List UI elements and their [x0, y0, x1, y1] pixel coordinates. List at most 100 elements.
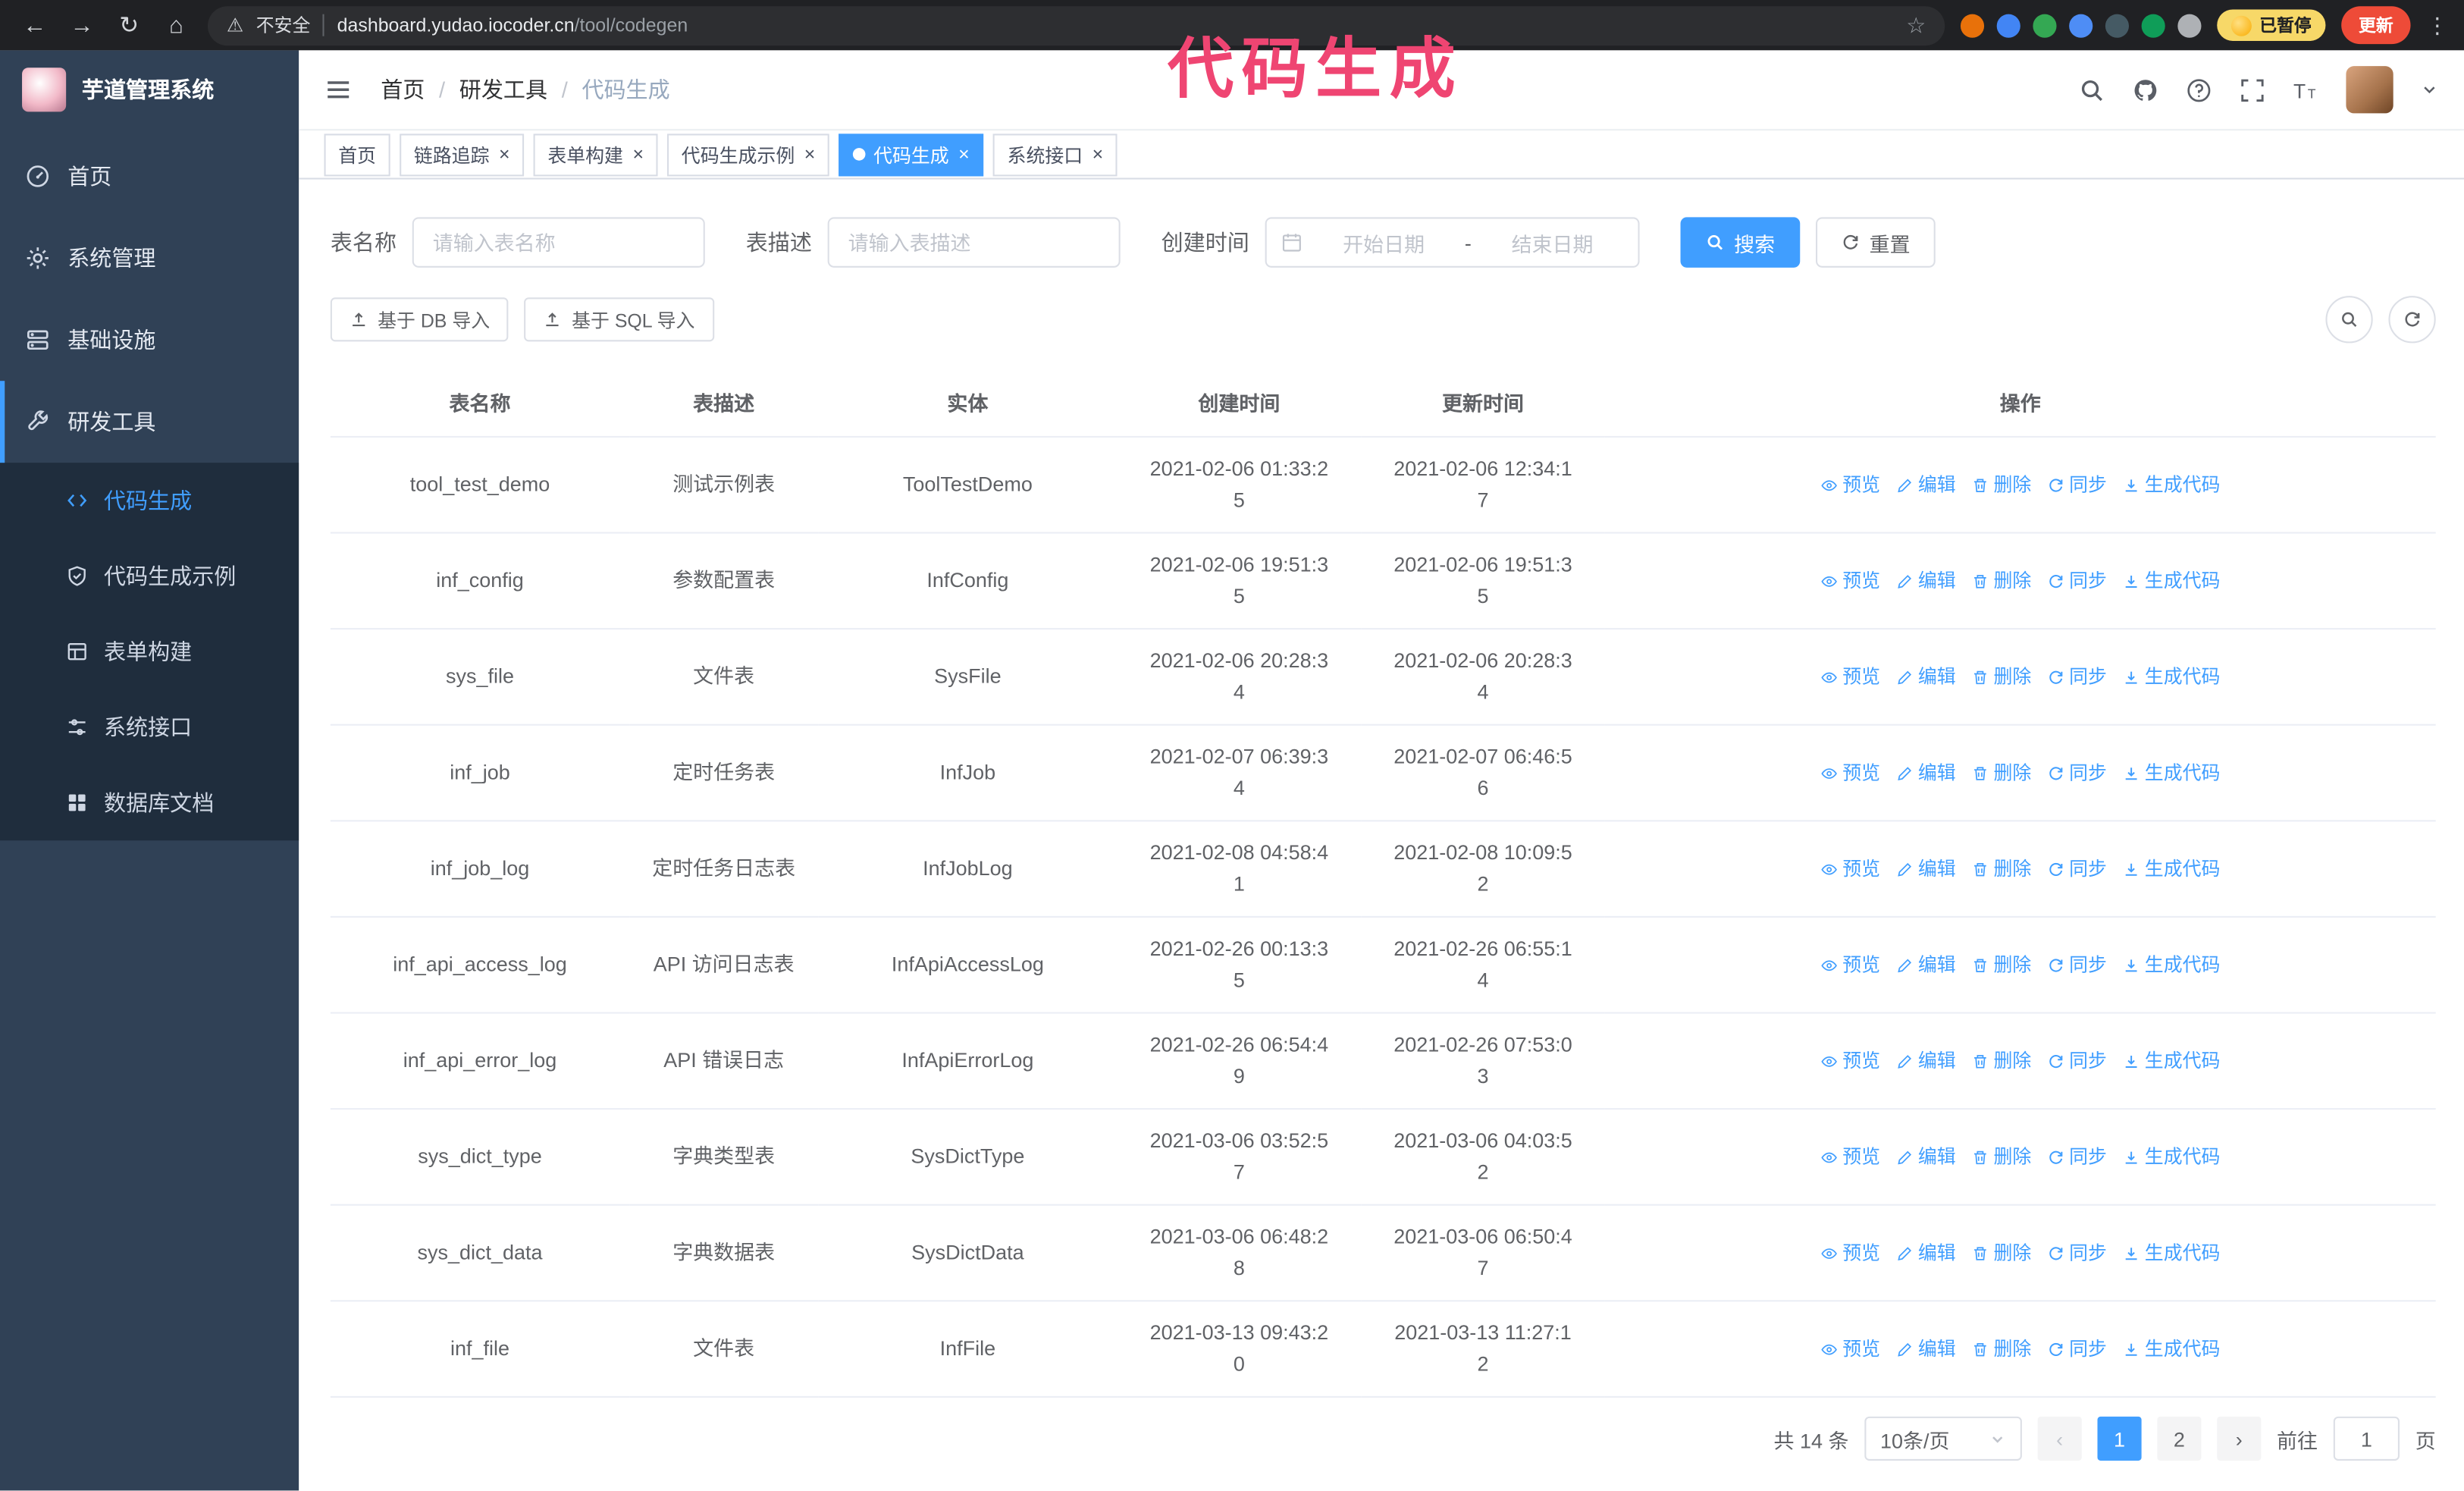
table-name-input[interactable] — [412, 217, 705, 268]
chevron-down-icon[interactable] — [2420, 80, 2439, 99]
breadcrumb-item[interactable]: 研发工具 — [459, 74, 547, 106]
end-date-placeholder[interactable]: 结束日期 — [1481, 228, 1624, 257]
sidebar-subitem-codegen[interactable]: 代码生成 — [0, 463, 299, 538]
edit-link[interactable]: 编辑 — [1896, 661, 1956, 693]
table-desc-input[interactable] — [827, 217, 1121, 268]
app-logo[interactable]: 芋道管理系统 — [0, 50, 299, 129]
edit-link[interactable]: 编辑 — [1896, 1333, 1956, 1365]
sync-link[interactable]: 同步 — [2047, 661, 2107, 693]
generate-code-link[interactable]: 生成代码 — [2123, 1333, 2220, 1365]
preview-link[interactable]: 预览 — [1820, 1045, 1880, 1077]
sync-link[interactable]: 同步 — [2047, 565, 2107, 597]
toggle-search-icon-button[interactable] — [2325, 296, 2373, 344]
sync-link[interactable]: 同步 — [2047, 1141, 2107, 1173]
generate-code-link[interactable]: 生成代码 — [2123, 1237, 2220, 1269]
tab-表单构建[interactable]: 表单构建 × — [533, 133, 658, 176]
start-date-placeholder[interactable]: 开始日期 — [1312, 228, 1456, 257]
extension-ext-5-icon[interactable] — [2105, 13, 2130, 37]
sync-link[interactable]: 同步 — [2047, 1333, 2107, 1365]
extension-ext-3-icon[interactable] — [2033, 13, 2057, 37]
sidebar-item-devtools[interactable]: 研发工具 — [0, 381, 299, 463]
sync-link[interactable]: 同步 — [2047, 469, 2107, 501]
tab-首页[interactable]: 首页 — [324, 133, 390, 176]
page-size-select[interactable]: 10条/页 — [1864, 1416, 2022, 1461]
address-bar[interactable]: ⚠ 不安全 dashboard.yudao.iocoder.cn/tool/co… — [207, 5, 1945, 46]
next-page-button[interactable]: › — [2217, 1416, 2262, 1461]
sync-link[interactable]: 同步 — [2047, 1237, 2107, 1269]
edit-link[interactable]: 编辑 — [1896, 949, 1956, 981]
tab-代码生成示例[interactable]: 代码生成示例 × — [667, 133, 829, 176]
generate-code-link[interactable]: 生成代码 — [2123, 661, 2220, 693]
sidebar-subitem-system-api[interactable]: 系统接口 — [0, 689, 299, 765]
page-button-1[interactable]: 1 — [2097, 1416, 2142, 1461]
tab-系统接口[interactable]: 系统接口 × — [992, 133, 1118, 176]
delete-link[interactable]: 删除 — [1971, 1237, 2031, 1269]
delete-link[interactable]: 删除 — [1971, 757, 2031, 789]
generate-code-link[interactable]: 生成代码 — [2123, 1141, 2220, 1173]
page-button-2[interactable]: 2 — [2157, 1416, 2202, 1461]
preview-link[interactable]: 预览 — [1820, 1237, 1880, 1269]
tab-链路追踪[interactable]: 链路追踪 × — [400, 133, 525, 176]
preview-link[interactable]: 预览 — [1820, 469, 1880, 501]
generate-code-link[interactable]: 生成代码 — [2123, 469, 2220, 501]
import-db-button[interactable]: 基于 DB 导入 — [330, 297, 509, 342]
delete-link[interactable]: 删除 — [1971, 1333, 2031, 1365]
breadcrumb-item[interactable]: 首页 — [381, 74, 425, 106]
generate-code-link[interactable]: 生成代码 — [2123, 853, 2220, 885]
security-warning-label[interactable]: 不安全 — [256, 13, 311, 38]
generate-code-link[interactable]: 生成代码 — [2123, 757, 2220, 789]
update-button[interactable]: 更新 — [2341, 6, 2411, 45]
preview-link[interactable]: 预览 — [1820, 565, 1880, 597]
extension-ext-4-icon[interactable] — [2069, 13, 2093, 37]
close-icon[interactable]: × — [632, 145, 644, 164]
sidebar-subitem-form-builder[interactable]: 表单构建 — [0, 614, 299, 689]
sidebar-subitem-db-doc[interactable]: 数据库文档 — [0, 765, 299, 841]
preview-link[interactable]: 预览 — [1820, 661, 1880, 693]
sidebar-item-system[interactable]: 系统管理 — [0, 217, 299, 299]
generate-code-link[interactable]: 生成代码 — [2123, 565, 2220, 597]
edit-link[interactable]: 编辑 — [1896, 757, 1956, 789]
edit-link[interactable]: 编辑 — [1896, 565, 1956, 597]
delete-link[interactable]: 删除 — [1971, 469, 2031, 501]
search-icon[interactable] — [2079, 77, 2105, 103]
import-sql-button[interactable]: 基于 SQL 导入 — [524, 297, 714, 342]
bookmark-star-icon[interactable]: ☆ — [1906, 12, 1926, 39]
user-avatar[interactable] — [2346, 66, 2393, 114]
edit-link[interactable]: 编辑 — [1896, 469, 1956, 501]
hamburger-icon[interactable] — [324, 76, 353, 104]
browser-home-button[interactable]: ⌂ — [161, 12, 193, 39]
browser-menu-icon[interactable]: ⋮ — [2426, 12, 2448, 39]
sidebar-item-home[interactable]: 首页 — [0, 135, 299, 217]
edit-link[interactable]: 编辑 — [1896, 1045, 1956, 1077]
font-size-icon[interactable]: TT — [2293, 77, 2319, 103]
preview-link[interactable]: 预览 — [1820, 757, 1880, 789]
preview-link[interactable]: 预览 — [1820, 853, 1880, 885]
sync-link[interactable]: 同步 — [2047, 757, 2107, 789]
close-icon[interactable]: × — [804, 145, 816, 164]
delete-link[interactable]: 删除 — [1971, 565, 2031, 597]
browser-back-button[interactable]: ← — [19, 12, 51, 39]
close-icon[interactable]: × — [1092, 145, 1104, 164]
extension-ext-6-icon[interactable] — [2141, 13, 2165, 37]
help-icon[interactable] — [2186, 77, 2212, 103]
goto-page-input[interactable] — [2333, 1416, 2400, 1461]
extension-ext-puzzle-icon[interactable] — [2177, 13, 2202, 37]
delete-link[interactable]: 删除 — [1971, 1045, 2031, 1077]
paused-badge[interactable]: 已暂停 — [2217, 9, 2326, 41]
reset-button[interactable]: 重置 — [1816, 217, 1936, 268]
sync-link[interactable]: 同步 — [2047, 853, 2107, 885]
extension-ext-1-icon[interactable] — [1960, 13, 1985, 37]
edit-link[interactable]: 编辑 — [1896, 1141, 1956, 1173]
close-icon[interactable]: × — [958, 145, 970, 164]
github-icon[interactable] — [2132, 77, 2158, 103]
preview-link[interactable]: 预览 — [1820, 1333, 1880, 1365]
sidebar-subitem-codegen-example[interactable]: 代码生成示例 — [0, 538, 299, 614]
sidebar-item-infra[interactable]: 基础设施 — [0, 299, 299, 381]
edit-link[interactable]: 编辑 — [1896, 1237, 1956, 1269]
sync-link[interactable]: 同步 — [2047, 1045, 2107, 1077]
browser-reload-button[interactable]: ↻ — [113, 11, 145, 39]
tab-代码生成[interactable]: 代码生成 × — [839, 133, 984, 176]
generate-code-link[interactable]: 生成代码 — [2123, 1045, 2220, 1077]
browser-forward-button[interactable]: → — [66, 12, 98, 39]
refresh-table-button[interactable] — [2388, 296, 2436, 344]
